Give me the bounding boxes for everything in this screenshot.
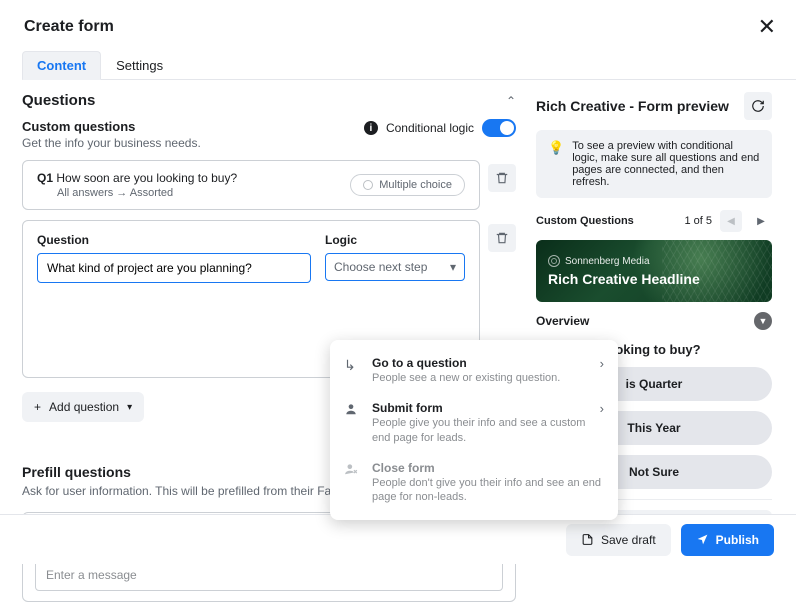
pager-count: 1 of 5 bbox=[684, 215, 712, 227]
send-icon bbox=[696, 533, 709, 546]
logic-field-label: Logic bbox=[325, 233, 465, 247]
delete-question-button[interactable] bbox=[488, 164, 516, 192]
plus-icon: + bbox=[34, 400, 41, 414]
modal-title: Create form bbox=[24, 18, 114, 36]
tabs: Content Settings bbox=[22, 50, 796, 80]
question-meta: All answers → Assorted bbox=[57, 187, 237, 199]
preview-heading: Rich Creative - Form preview bbox=[536, 98, 729, 114]
person-icon bbox=[344, 402, 362, 419]
logic-dropdown: ↳ Go to a question People see a new or e… bbox=[330, 340, 618, 520]
logic-select[interactable]: Choose next step ▾ bbox=[325, 253, 465, 281]
collapse-icon[interactable]: ⌃ bbox=[506, 94, 516, 108]
preview-brand: Sonnenberg Media bbox=[548, 255, 760, 267]
dropdown-item-go-to-question[interactable]: ↳ Go to a question People see a new or e… bbox=[330, 348, 618, 393]
publish-button[interactable]: Publish bbox=[681, 524, 774, 556]
info-icon[interactable]: i bbox=[364, 121, 378, 135]
arrow-branch-icon: ↳ bbox=[344, 357, 362, 374]
save-draft-button[interactable]: Save draft bbox=[566, 524, 671, 556]
delete-question-button[interactable] bbox=[488, 224, 516, 252]
question-type-chip[interactable]: Multiple choice bbox=[350, 174, 465, 196]
pager: Custom Questions 1 of 5 ◀ ▶ bbox=[536, 210, 772, 232]
brand-icon bbox=[548, 255, 560, 267]
tab-content[interactable]: Content bbox=[22, 51, 101, 80]
questions-heading: Questions bbox=[22, 92, 95, 109]
question-input[interactable] bbox=[37, 253, 311, 283]
lightbulb-icon: 💡 bbox=[548, 140, 564, 188]
refresh-button[interactable] bbox=[744, 92, 772, 120]
conditional-logic-toggle[interactable] bbox=[482, 119, 516, 137]
conditional-logic-label: Conditional logic bbox=[386, 121, 474, 135]
preview-alert: 💡 To see a preview with conditional logi… bbox=[536, 130, 772, 198]
preview-hero: Sonnenberg Media Rich Creative Headline bbox=[536, 240, 772, 302]
question-field-label: Question bbox=[37, 233, 311, 247]
dropdown-item-close-form[interactable]: Close form People don't give you their i… bbox=[330, 453, 618, 513]
chevron-right-icon: › bbox=[600, 356, 604, 371]
question-text: How soon are you looking to buy? bbox=[56, 171, 237, 185]
radio-icon bbox=[363, 180, 373, 190]
pager-next[interactable]: ▶ bbox=[750, 210, 772, 232]
chevron-down-icon[interactable]: ▼ bbox=[754, 312, 772, 330]
chevron-right-icon: › bbox=[600, 401, 604, 416]
caret-down-icon: ▾ bbox=[127, 402, 132, 413]
tab-settings[interactable]: Settings bbox=[101, 51, 178, 80]
pager-label: Custom Questions bbox=[536, 215, 634, 227]
document-icon bbox=[581, 533, 594, 546]
preview-headline: Rich Creative Headline bbox=[548, 271, 760, 287]
question-number: Q1 bbox=[37, 171, 53, 185]
add-question-button[interactable]: + Add question ▾ bbox=[22, 392, 144, 422]
overview-label: Overview bbox=[536, 314, 589, 328]
pager-prev[interactable]: ◀ bbox=[720, 210, 742, 232]
close-icon[interactable]: ✕ bbox=[758, 14, 776, 40]
question-card-1[interactable]: Q1 How soon are you looking to buy? All … bbox=[22, 160, 480, 210]
person-x-icon bbox=[344, 462, 362, 479]
dropdown-item-submit-form[interactable]: Submit form People give you their info a… bbox=[330, 393, 618, 453]
custom-questions-desc: Get the info your business needs. bbox=[22, 136, 516, 150]
caret-down-icon: ▾ bbox=[450, 260, 456, 274]
